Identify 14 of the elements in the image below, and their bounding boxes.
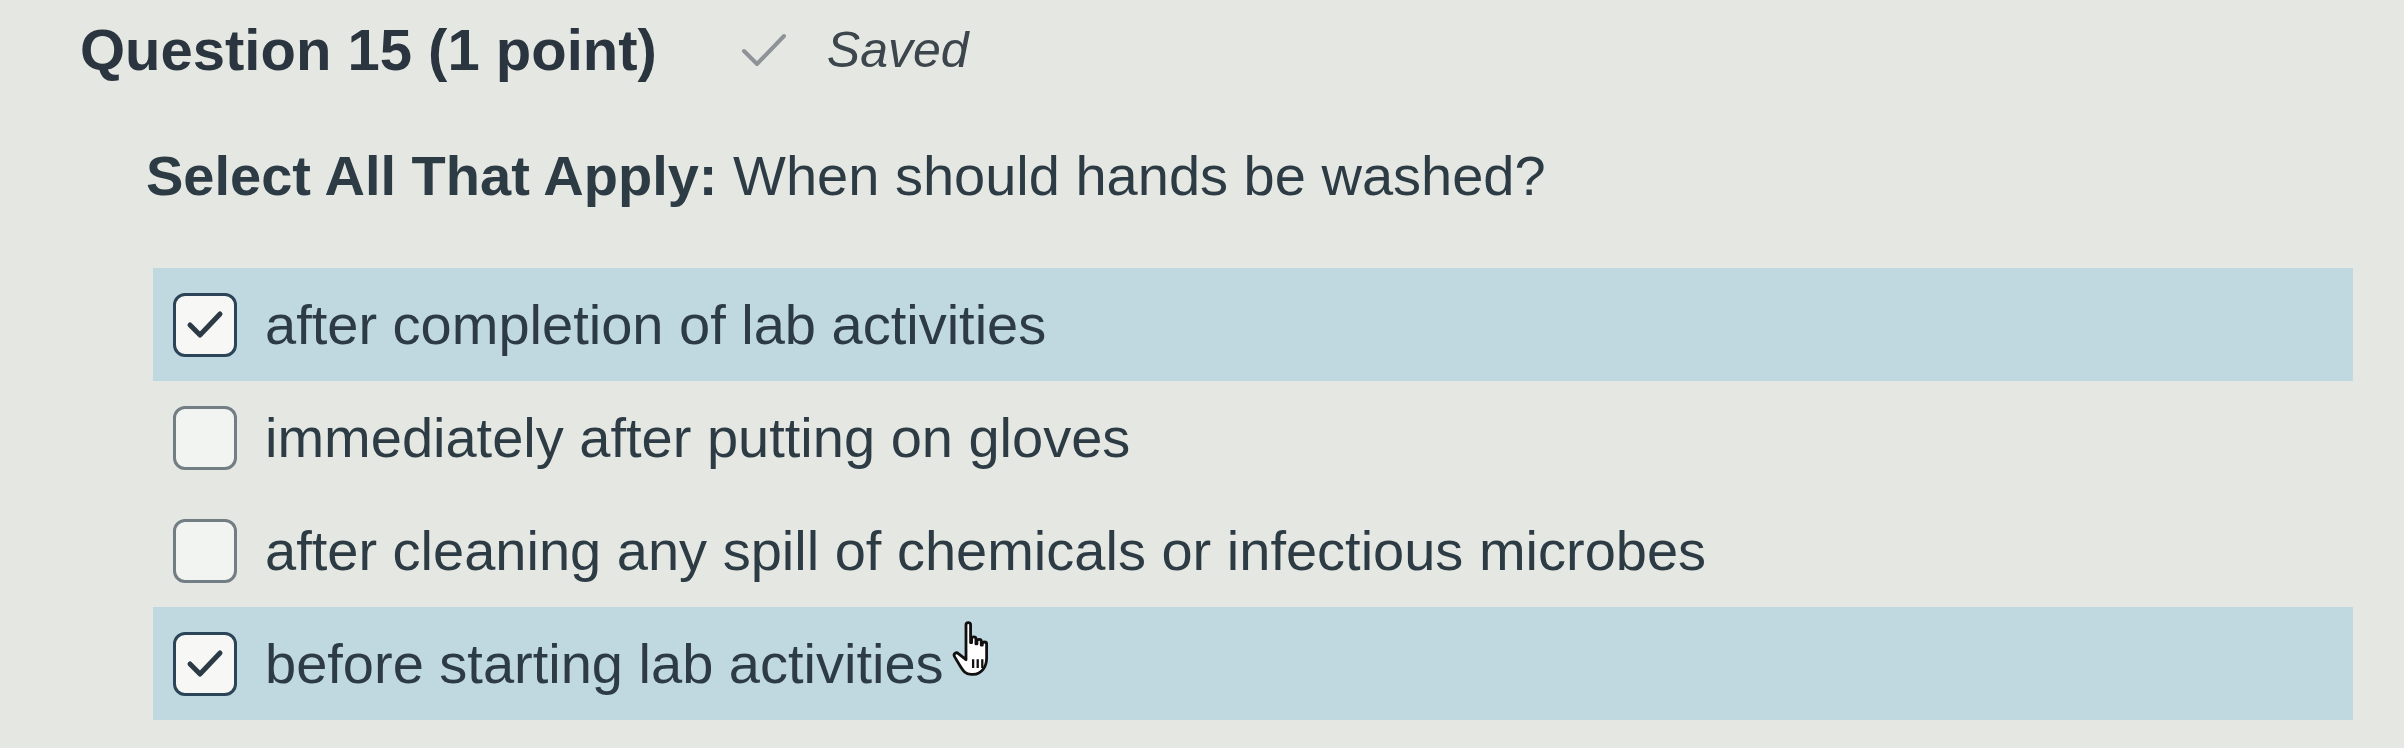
checkbox[interactable] bbox=[173, 292, 237, 357]
answer-option[interactable]: after cleaning any spill of chemicals or infectious microbes bbox=[153, 494, 2353, 607]
checkmark-icon bbox=[186, 648, 224, 679]
checkbox[interactable] bbox=[173, 405, 237, 470]
question-prompt: Select All That Apply: When should hands be washed? bbox=[146, 143, 1547, 209]
check-icon bbox=[740, 32, 787, 68]
checkbox[interactable] bbox=[173, 518, 237, 583]
answer-option[interactable]: after completion of lab activities bbox=[153, 268, 2353, 381]
question-title: Question 15 (1 point) bbox=[80, 16, 657, 84]
answer-option[interactable]: before starting lab activities bbox=[153, 607, 2353, 720]
checkmark-icon bbox=[186, 309, 224, 340]
checkbox[interactable] bbox=[173, 631, 237, 696]
saved-status: Saved bbox=[826, 21, 969, 80]
answer-option[interactable]: immediately after putting on gloves bbox=[153, 381, 2353, 494]
